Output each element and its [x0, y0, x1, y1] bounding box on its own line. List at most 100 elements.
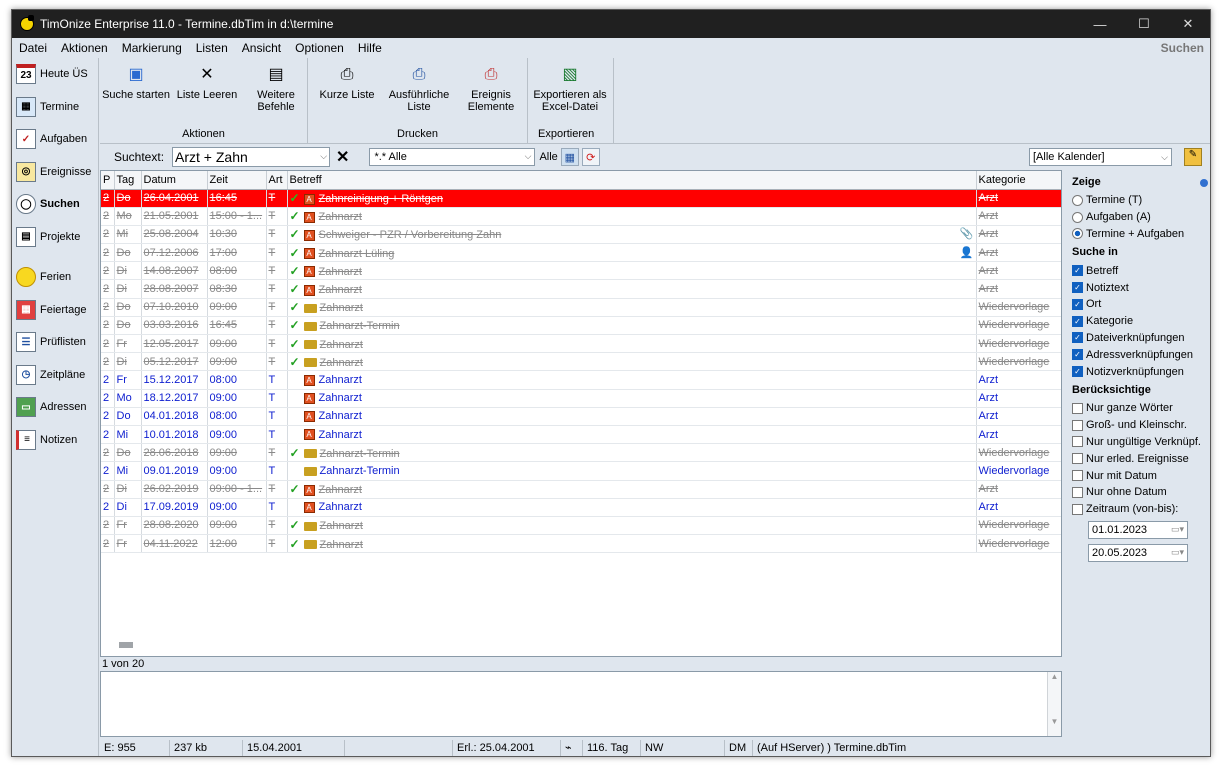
search-input[interactable]: Arzt + Zahn ⌵ — [172, 147, 331, 167]
contact-icon[interactable]: 👤 — [960, 246, 974, 259]
table-row[interactable]: 2 Mi 09.01.2019 09:00 T Zahnarzt-Termin Wieder… — [101, 461, 1061, 481]
table-row[interactable]: 2 Do 04.01.2018 08:00 T A Zahnarzt Arzt — [101, 407, 1061, 426]
beruecksichtige-option[interactable]: Groß- und Kleinschr. — [1072, 417, 1210, 434]
table-row[interactable]: 2 Do 07.12.2006 17:00 T ✓ A Zahnarzt Lüling 👤 Arz… — [101, 243, 1061, 263]
close-button[interactable]: ✕ — [1166, 16, 1210, 32]
sidebar-item-heute[interactable]: 23 Heute ÜS — [12, 58, 98, 91]
table-row[interactable]: 2 Di 14.08.2007 08:00 T ✓ A Zahnarzt Arzt — [101, 261, 1061, 281]
table-row[interactable]: 2 Mi 25.08.2004 10:30 T ✓ A Schweiger - PZR / V… — [101, 225, 1061, 245]
suche_in-option[interactable]: ✓ Betreff — [1072, 262, 1210, 279]
suche_in-option[interactable]: ✓ Ort — [1072, 296, 1210, 313]
checkbox[interactable]: ✓ — [1072, 265, 1083, 277]
suche_in-option[interactable]: ✓ Dateiverknüpfungen — [1072, 330, 1210, 347]
sidebar-item-termine[interactable]: ▦ Termine — [12, 91, 98, 124]
calendar-dropdown-icon[interactable]: ▭▾ — [1171, 524, 1184, 535]
sidebar-item-ereignisse[interactable]: ◎ Ereignisse — [12, 156, 98, 189]
kurze-liste-button[interactable]: ⎙ Kurze Liste — [314, 64, 380, 102]
col-p[interactable]: P — [101, 171, 115, 190]
calendar-dropdown-icon[interactable]: ▭▾ — [1171, 547, 1184, 558]
beruecksichtige-option[interactable]: Nur ungültige Verknüpf. — [1072, 434, 1210, 451]
zeige-option[interactable]: Termine (T) — [1072, 192, 1210, 209]
beruecksichtige-option[interactable]: Nur ohne Datum — [1072, 484, 1210, 501]
checkbox[interactable]: ✓ — [1072, 315, 1083, 327]
horizontal-scrollbar[interactable] — [119, 642, 133, 648]
col-art[interactable]: Art — [266, 171, 288, 190]
table-row[interactable]: 2 Do 28.06.2018 09:00 T ✓ Zahnarzt-Termin Wiede… — [101, 443, 1061, 463]
table-row[interactable]: 2 Mi 10.01.2018 09:00 T A Zahnarzt Arzt — [101, 425, 1061, 445]
col-datum[interactable]: Datum — [141, 171, 208, 190]
sidebar-item-projekte[interactable]: ▤ Projekte — [12, 221, 98, 254]
date-to-field[interactable]: 20.05.2023 ▭▾ — [1088, 543, 1188, 562]
menu-markierung[interactable]: Markierung — [115, 41, 189, 55]
radio-button[interactable] — [1072, 211, 1083, 223]
suche_in-option[interactable]: ✓ Notiztext — [1072, 279, 1210, 296]
sidebar-item-adressen[interactable]: ▭ Adressen — [12, 391, 98, 424]
col-kategorie[interactable]: Kategorie — [976, 171, 1061, 190]
checkbox[interactable]: ✓ — [1072, 298, 1083, 310]
table-row[interactable]: 2 Fr 04.11.2022 12:00 T ✓ Zahnarzt Wiedervorlag… — [101, 534, 1061, 554]
ausfuehrliche-liste-button[interactable]: ⎙ Ausführliche Liste — [386, 64, 452, 114]
checkbox[interactable] — [1072, 402, 1083, 414]
zeige-option[interactable]: Aufgaben (A) — [1072, 209, 1210, 226]
menu-listen[interactable]: Listen — [189, 41, 235, 55]
minimize-button[interactable]: — — [1078, 17, 1122, 32]
checkbox[interactable] — [1072, 436, 1083, 448]
checkbox[interactable]: ✓ — [1072, 282, 1083, 294]
maximize-button[interactable]: ☐ — [1122, 16, 1166, 32]
chevron-down-icon[interactable]: ⌵ — [320, 151, 327, 162]
radio-button[interactable] — [1072, 194, 1083, 206]
suche_in-option[interactable]: ✓ Kategorie — [1072, 313, 1210, 330]
menu-aktionen[interactable]: Aktionen — [54, 41, 115, 55]
attachment-icon[interactable]: 📎 — [960, 227, 974, 240]
sidebar-item-prueflisten[interactable]: ☰ Prüflisten — [12, 326, 98, 359]
table-row[interactable]: 2 Do 03.03.2016 16:45 T ✓ Zahnarzt-Termin Wiede… — [101, 316, 1061, 336]
table-row[interactable]: 2 Mo 21.05.2001 15:00 - 1... T ✓ A Zahnarzt Arzt — [101, 207, 1061, 226]
checkbox[interactable] — [1072, 503, 1083, 515]
chevron-down-icon[interactable]: ⌵ — [1161, 152, 1168, 163]
checkbox[interactable]: ✓ — [1072, 349, 1083, 361]
sidebar-item-aufgaben[interactable]: ✓ Aufgaben — [12, 123, 98, 156]
beruecksichtige-option[interactable]: Nur mit Datum — [1072, 467, 1210, 484]
suche-starten-button[interactable]: ▣ Suche starten — [102, 64, 170, 102]
notes-area[interactable]: ▲ ▼ — [100, 671, 1062, 737]
table-row[interactable]: 2 Fr 12.05.2017 09:00 T ✓ Zahnarzt Wiedervorlag… — [101, 334, 1061, 354]
col-zeit[interactable]: Zeit — [207, 171, 267, 190]
table-row[interactable]: 2 Mo 18.12.2017 09:00 T A Zahnarzt Arzt — [101, 389, 1061, 408]
table-row[interactable]: 2 Do 26.04.2001 16:45 T ✓ A Zahnreinigung + Rön… — [101, 189, 1061, 208]
excel-export-button[interactable]: ▧ Exportieren als Excel-Datei — [530, 64, 610, 114]
sidebar-item-ferien[interactable]: Ferien — [12, 261, 98, 294]
calendar-edit-icon[interactable]: ✎ — [1184, 148, 1202, 166]
clear-search-icon[interactable]: ✕ — [336, 147, 349, 167]
menu-datei[interactable]: Datei — [12, 41, 54, 55]
weitere-befehle-button[interactable]: ▤ Weitere Befehle — [248, 64, 304, 114]
help-icon[interactable] — [1200, 179, 1208, 187]
refresh-icon[interactable]: ⟳ — [581, 148, 600, 166]
table-row[interactable]: 2 Di 17.09.2019 09:00 T A Zahnarzt Arzt — [101, 498, 1061, 517]
radio-button[interactable] — [1072, 228, 1083, 240]
table-row[interactable]: 2 Di 26.02.2019 09:00 - 1... T ✓ A Zahnarzt Arzt — [101, 480, 1061, 499]
calendar-check-icon[interactable]: ▦ — [560, 148, 579, 166]
calendar-select[interactable]: [Alle Kalender] ⌵ — [1029, 148, 1172, 166]
suche_in-option[interactable]: ✓ Notizverknüpfungen — [1072, 363, 1210, 380]
col-tag[interactable]: Tag — [114, 171, 142, 190]
chevron-down-icon[interactable]: ⌵ — [525, 151, 532, 162]
checkbox[interactable] — [1072, 470, 1083, 482]
suche_in-option[interactable]: ✓ Adressverknüpfungen — [1072, 346, 1210, 363]
beruecksichtige-option[interactable]: Nur ganze Wörter — [1072, 400, 1210, 417]
table-row[interactable]: 2 Do 07.10.2010 09:00 T ✓ Zahnarzt Wiedervorlag… — [101, 298, 1061, 317]
menu-optionen[interactable]: Optionen — [288, 41, 351, 55]
checkbox[interactable] — [1072, 419, 1083, 431]
sidebar-item-suchen[interactable]: ◯ Suchen — [12, 188, 98, 221]
ereignis-elemente-button[interactable]: ⎙ Ereignis Elemente — [458, 64, 524, 114]
table-row[interactable]: 2 Fr 15.12.2017 08:00 T A Zahnarzt Arzt — [101, 370, 1061, 390]
table-row[interactable]: 2 Di 28.08.2007 08:30 T ✓ A Zahnarzt Arzt — [101, 279, 1061, 299]
date-from-field[interactable]: 01.01.2023 ▭▾ — [1088, 520, 1188, 539]
sidebar-item-zeitplaene[interactable]: ◷ Zeitpläne — [12, 359, 98, 392]
zeige-option[interactable]: Termine + Aufgaben — [1072, 226, 1210, 243]
beruecksichtige-option[interactable]: Nur erled. Ereignisse — [1072, 450, 1210, 467]
col-betreff[interactable]: Betreff — [287, 171, 977, 190]
beruecksichtige-option[interactable]: Zeitraum (von-bis): — [1072, 501, 1210, 518]
menu-ansicht[interactable]: Ansicht — [235, 41, 288, 55]
vertical-scrollbar[interactable]: ▲ ▼ — [1047, 672, 1061, 736]
checkbox[interactable] — [1072, 453, 1083, 465]
